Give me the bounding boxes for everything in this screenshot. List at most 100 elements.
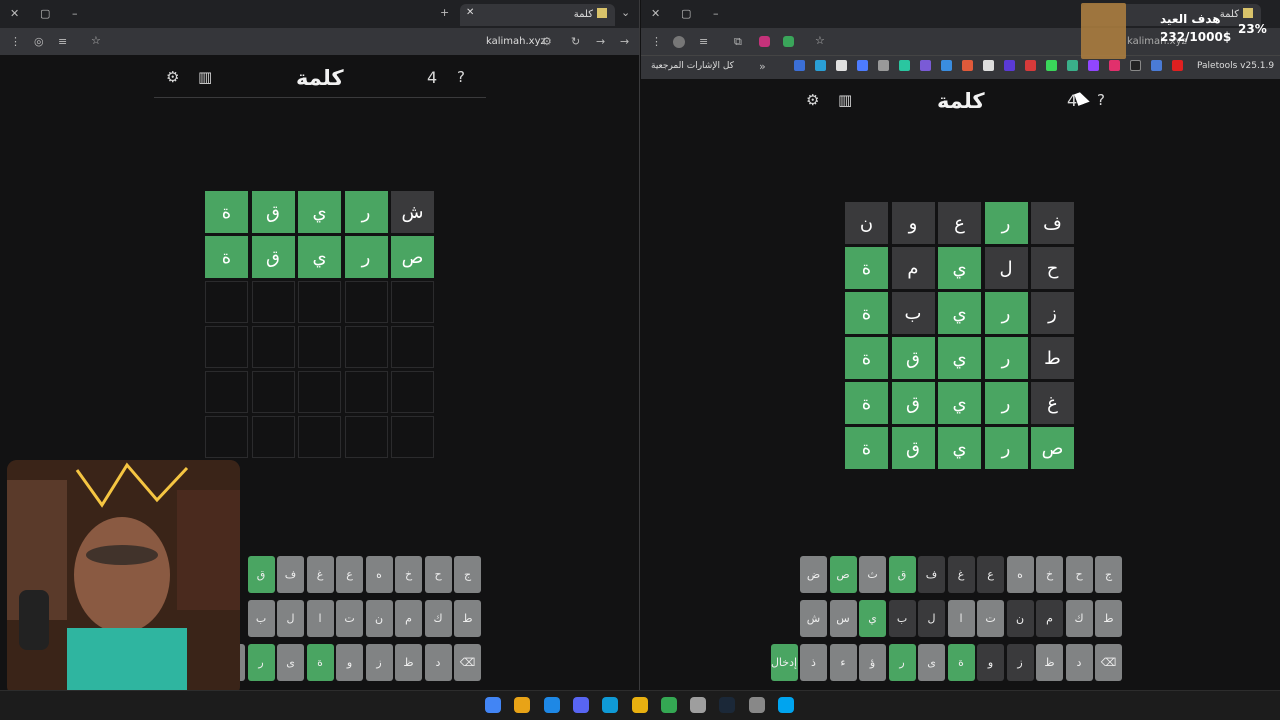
keyboard-key[interactable]: و: [336, 644, 363, 681]
edge-icon[interactable]: [602, 697, 619, 713]
all-bookmarks-link[interactable]: كل الإشارات المرجعية: [651, 61, 734, 71]
site-settings-icon[interactable]: ⚙: [542, 35, 552, 49]
extension-pink-icon[interactable]: [759, 36, 770, 47]
bookmark-icon[interactable]: [857, 60, 868, 71]
profile-avatar-icon[interactable]: [673, 36, 685, 48]
keyboard-key[interactable]: ق: [247, 556, 275, 593]
keyboard-key[interactable]: إدخال: [770, 644, 798, 681]
keyboard-key[interactable]: ت: [977, 600, 1004, 637]
keyboard-key[interactable]: ذ: [800, 644, 827, 681]
reading-list-icon[interactable]: ≡: [699, 35, 708, 49]
keyboard-key[interactable]: ظ: [395, 644, 422, 681]
keyboard-key[interactable]: ر: [888, 644, 916, 681]
r-app-icon[interactable]: [514, 697, 531, 713]
address-host[interactable]: kalimah.xyz: [486, 36, 546, 47]
new-tab-icon[interactable]: +: [440, 6, 449, 20]
keyboard-key[interactable]: و: [977, 644, 1004, 681]
menu-icon[interactable]: ⋮: [651, 35, 662, 49]
profile-icon[interactable]: ◎: [34, 35, 44, 49]
bookmark-icon[interactable]: [1130, 60, 1141, 71]
bookmark-icon[interactable]: [1109, 60, 1120, 71]
back-icon[interactable]: →: [620, 35, 629, 49]
keyboard-key[interactable]: ة: [947, 644, 975, 681]
reading-list-icon[interactable]: ≡: [58, 35, 67, 49]
keyboard-key[interactable]: س: [829, 600, 857, 637]
keyboard-key[interactable]: ع: [336, 556, 363, 593]
keyboard-key[interactable]: ش: [800, 600, 827, 637]
bookmark-icon[interactable]: [815, 60, 826, 71]
bookmark-icon[interactable]: [1046, 60, 1057, 71]
keyboard-key[interactable]: ك: [1065, 600, 1093, 637]
tab-search-icon[interactable]: ⌄: [621, 6, 630, 20]
keyboard-key[interactable]: ي: [859, 600, 886, 637]
bookmark-icon[interactable]: [1088, 60, 1099, 71]
menu-icon[interactable]: ⋮: [10, 35, 21, 49]
bookmark-icon[interactable]: [1151, 60, 1162, 71]
stats-icon[interactable]: ▥: [198, 68, 212, 86]
clock-icon[interactable]: [690, 697, 707, 713]
keyboard-key[interactable]: ح: [424, 556, 452, 593]
keyboard-key[interactable]: ا: [947, 600, 975, 637]
keyboard-key[interactable]: ر: [247, 644, 275, 681]
maximize-icon[interactable]: ▢: [40, 7, 50, 21]
keyboard-key[interactable]: م: [395, 600, 422, 637]
more-bookmarks-icon[interactable]: »: [759, 60, 766, 74]
keyboard-key[interactable]: خ: [395, 556, 422, 593]
close-window-icon[interactable]: ✕: [651, 7, 660, 21]
bookmark-paletools[interactable]: Paletools v25.1.9: [1197, 61, 1274, 71]
backspace-key[interactable]: ⌫: [454, 644, 481, 681]
settings-icon[interactable]: ⚙: [806, 91, 819, 109]
keyboard-key[interactable]: ج: [454, 556, 481, 593]
settings-icon[interactable]: [748, 697, 765, 713]
bookmark-icon[interactable]: [836, 60, 847, 71]
help-icon[interactable]: ?: [457, 68, 465, 86]
keyboard-key[interactable]: ز: [365, 644, 393, 681]
keyboard-key[interactable]: خ: [1036, 556, 1063, 593]
keyboard-key[interactable]: ه: [365, 556, 393, 593]
keyboard-key[interactable]: ه: [1006, 556, 1034, 593]
keyboard-key[interactable]: غ: [947, 556, 975, 593]
bookmark-icon[interactable]: [1025, 60, 1036, 71]
steam-icon[interactable]: [719, 697, 736, 713]
chrome-icon[interactable]: [485, 697, 501, 713]
keyboard-key[interactable]: ت: [336, 600, 363, 637]
keyboard-key[interactable]: ز: [1006, 644, 1034, 681]
minimize-icon[interactable]: –: [713, 7, 719, 21]
keyboard-key[interactable]: ن: [365, 600, 393, 637]
minimize-icon[interactable]: –: [72, 7, 78, 21]
close-window-icon[interactable]: ✕: [10, 7, 19, 21]
windows-icon[interactable]: [778, 697, 794, 713]
bookmark-icon[interactable]: [899, 60, 910, 71]
keyboard-key[interactable]: م: [1036, 600, 1063, 637]
backspace-key[interactable]: ⌫: [1095, 644, 1122, 681]
keyboard-key[interactable]: ج: [1095, 556, 1122, 593]
close-tab-icon[interactable]: ✕: [466, 7, 474, 18]
stats-icon[interactable]: ▥: [838, 91, 852, 109]
bookmark-icon[interactable]: [1067, 60, 1078, 71]
keyboard-key[interactable]: ل: [918, 600, 945, 637]
keyboard-key[interactable]: ح: [1065, 556, 1093, 593]
keyboard-key[interactable]: ط: [1095, 600, 1122, 637]
keyboard-key[interactable]: ل: [277, 600, 304, 637]
extension-shield-icon[interactable]: [783, 36, 794, 47]
keyboard-key[interactable]: ف: [277, 556, 304, 593]
extensions-icon[interactable]: ⧉: [734, 35, 742, 49]
keyboard-key[interactable]: ف: [918, 556, 945, 593]
media-icon[interactable]: [543, 697, 560, 713]
bookmark-icon[interactable]: [794, 60, 805, 71]
settings-icon[interactable]: ⚙: [166, 68, 179, 86]
keyboard-key[interactable]: ة: [306, 644, 334, 681]
keyboard-key[interactable]: ى: [277, 644, 304, 681]
keyboard-key[interactable]: غ: [306, 556, 334, 593]
bookmark-icon[interactable]: [1004, 60, 1015, 71]
keyboard-key[interactable]: ن: [1006, 600, 1034, 637]
maximize-icon[interactable]: ▢: [681, 7, 691, 21]
keyboard-key[interactable]: ق: [888, 556, 916, 593]
keyboard-key[interactable]: ث: [859, 556, 886, 593]
keyboard-key[interactable]: ط: [454, 600, 481, 637]
keyboard-key[interactable]: ا: [306, 600, 334, 637]
keyboard-key[interactable]: ب: [888, 600, 916, 637]
bookmark-icon[interactable]: [941, 60, 952, 71]
bookmark-icon[interactable]: [920, 60, 931, 71]
keyboard-key[interactable]: ب: [247, 600, 275, 637]
